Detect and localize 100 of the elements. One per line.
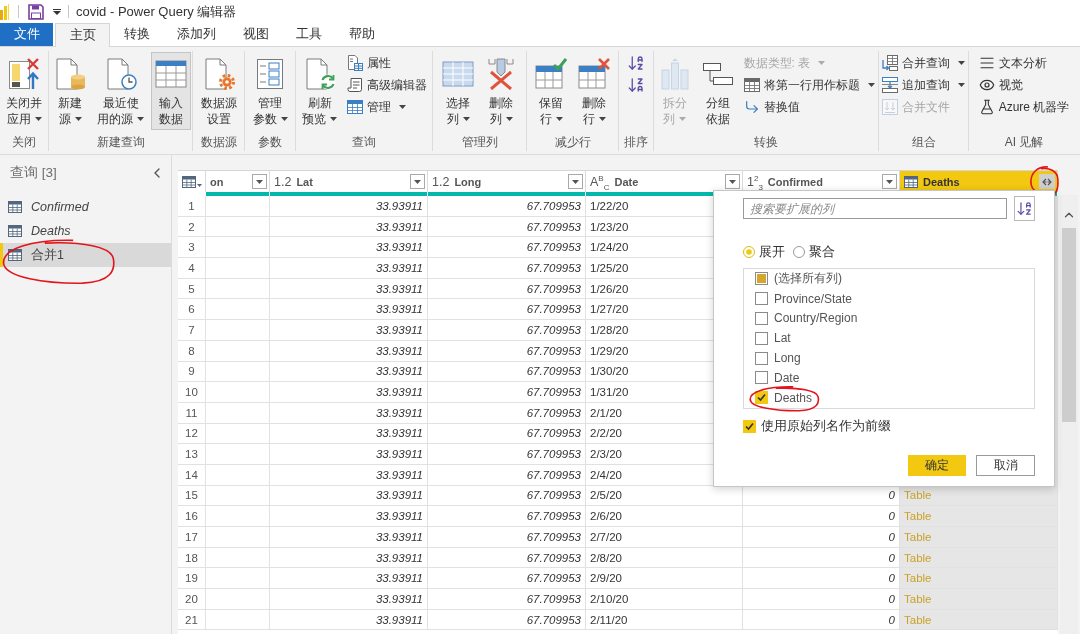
scrollbar-thumb[interactable] — [1062, 228, 1076, 422]
ribbon-button[interactable]: 最近使 用的源 — [93, 52, 148, 130]
radio-option[interactable]: 聚合 — [793, 243, 835, 261]
scrollbar[interactable] — [1060, 195, 1078, 634]
ribbon-button[interactable]: 数据源 设置 — [196, 52, 241, 130]
table-cell: 67.709953 — [428, 196, 586, 217]
ribbon-button[interactable]: 视觉 — [975, 74, 1073, 96]
checkbox-option[interactable]: Date — [755, 368, 800, 388]
checkbox-option[interactable]: Country/Region — [755, 308, 858, 329]
caret-icon[interactable] — [53, 8, 61, 15]
ribbon-button[interactable]: 高级编辑器 — [344, 74, 430, 96]
ribbon-button[interactable]: 将第一行用作标题 — [740, 74, 878, 96]
document-clock-icon — [104, 57, 137, 90]
table-icon — [8, 201, 22, 213]
save-icon[interactable] — [28, 3, 44, 20]
ribbon-button[interactable]: 删除 行 — [574, 52, 614, 130]
group-label: 管理列 — [461, 134, 498, 151]
table-cell: 0 — [743, 485, 900, 507]
menu-tab[interactable]: 视图 — [229, 23, 282, 46]
checkbox-option[interactable]: Province/State — [755, 288, 853, 309]
caret-icon — [729, 179, 736, 184]
ribbon-button[interactable]: 保留 行 — [531, 52, 571, 130]
table-cell: 67.709953 — [428, 485, 586, 507]
checkbox-option[interactable]: Deaths — [755, 387, 813, 408]
checkbox-option[interactable]: (选择所有列) — [755, 269, 842, 289]
query-item[interactable]: Confirmed — [0, 195, 171, 219]
table-cell: 33.93911 — [270, 527, 428, 548]
ribbon-button[interactable]: 新建 源 — [50, 52, 90, 130]
table-cell: Table — [900, 527, 1058, 548]
table-cell: 33.93911 — [270, 237, 428, 259]
menu-tab[interactable]: 主页 — [55, 23, 110, 47]
ribbon-button[interactable]: 合并查询 — [879, 52, 968, 74]
filter-button[interactable] — [410, 174, 425, 189]
checkbox-option[interactable]: Lat — [755, 328, 791, 349]
radio-option[interactable]: 展开 — [743, 243, 785, 261]
table-cell: 33.93911 — [270, 464, 428, 486]
checkbox-option[interactable]: Long — [755, 348, 801, 368]
table-cell: 67.709953 — [428, 589, 586, 610]
table-cell: 67.709953 — [428, 361, 586, 383]
filter-button[interactable] — [252, 174, 267, 189]
menu-tab[interactable]: 帮助 — [335, 23, 388, 46]
column-delete-icon — [485, 57, 517, 90]
ribbon-button[interactable]: Azure 机器学 — [975, 96, 1073, 118]
menu-tab[interactable]: 转换 — [110, 23, 163, 46]
filter-button[interactable] — [568, 174, 583, 189]
combine-files-icon — [882, 99, 898, 115]
window-title: covid - Power Query 编辑器 — [76, 2, 237, 21]
menu-tab[interactable]: 工具 — [282, 23, 335, 46]
ribbon-button[interactable]: 管理 — [344, 96, 430, 118]
file-menu-tab[interactable]: 文件 — [0, 23, 53, 46]
confirm-button[interactable]: 确定 — [908, 455, 966, 476]
ribbon-button[interactable]: 文本分析 — [975, 52, 1073, 74]
sort-button[interactable] — [1014, 196, 1035, 221]
table-check-icon — [535, 57, 567, 90]
filter-button[interactable] — [725, 174, 740, 189]
filter-button[interactable] — [882, 174, 897, 189]
table-menu-icon[interactable] — [181, 175, 202, 188]
query-item[interactable]: Deaths — [0, 219, 171, 243]
table-icon — [743, 77, 760, 93]
table-cell: Table — [900, 485, 1058, 507]
table-cell: 33.93911 — [270, 609, 428, 631]
ribbon-button[interactable]: 追加查询 — [879, 74, 968, 96]
menu-tab[interactable]: 添加列 — [163, 23, 229, 46]
type-label: 1.2 — [274, 174, 292, 189]
table-cell: 67.709953 — [428, 237, 586, 259]
group-label: 新建查询 — [96, 134, 145, 151]
ribbon-button[interactable]: 替换值 — [740, 96, 878, 118]
table-cell: 67.709953 — [428, 340, 586, 362]
table-cell: 0 — [743, 609, 900, 631]
table-cell: 67.709953 — [428, 299, 586, 321]
table-icon — [8, 249, 22, 261]
ribbon-button[interactable]: 分组 依据 — [697, 52, 738, 130]
corner-arrow-icon — [743, 99, 760, 115]
ribbon-button[interactable]: 删除 列 — [481, 52, 521, 130]
sort-az-icon — [627, 54, 645, 72]
table-cell: Table — [900, 589, 1058, 610]
table-icon — [347, 99, 363, 115]
table-cell: 33.93911 — [270, 361, 428, 383]
table-cell: 67.709953 — [428, 216, 586, 238]
checkbox-option[interactable]: 使用原始列名作为前缀 — [743, 418, 891, 435]
table-cell: 67.709953 — [428, 527, 586, 548]
ribbon-button[interactable]: 刷新 预览 — [298, 52, 341, 130]
ribbon-button[interactable]: 管理 参数 — [248, 52, 292, 130]
table-icon — [8, 225, 22, 237]
ribbon-button[interactable]: 选择 列 — [438, 52, 478, 130]
cancel-button[interactable]: 取消 — [976, 455, 1035, 476]
table-cell: 67.709953 — [428, 258, 586, 279]
bar-columns-icon — [658, 57, 691, 90]
expand-button[interactable] — [1039, 174, 1055, 189]
caret-icon — [886, 179, 893, 184]
search-field[interactable]: 搜索要扩展的列 — [743, 198, 1007, 219]
ribbon-button[interactable]: 输入 数据 — [151, 52, 191, 130]
append-table-icon — [882, 77, 898, 93]
table-cell: 33.93911 — [270, 340, 428, 362]
group-label: AI 见解 — [1004, 134, 1044, 151]
table-cell: 67.709953 — [428, 568, 586, 590]
table-cell: 67.709953 — [428, 506, 586, 527]
table-cell: 33.93911 — [270, 547, 428, 569]
ribbon-button[interactable]: 关闭并 应用 — [2, 52, 46, 130]
ribbon-button[interactable]: 属性 — [344, 52, 430, 74]
